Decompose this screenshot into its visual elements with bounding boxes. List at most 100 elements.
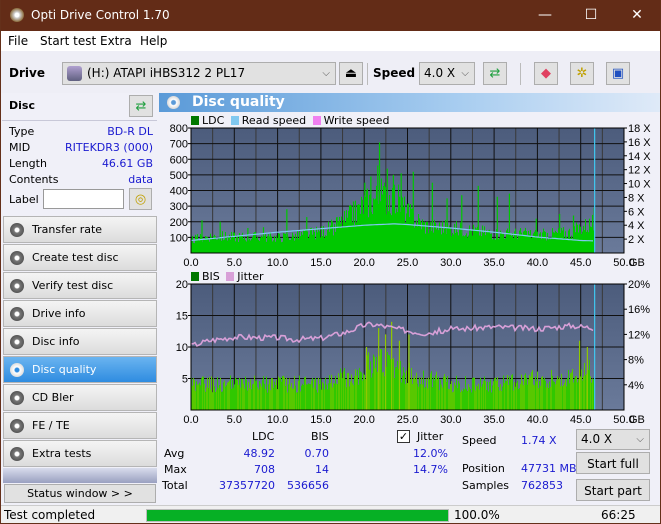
bis-bar [205,391,206,410]
status-window-button[interactable]: Status window > > [4,484,156,503]
y-tick-label-left: 10 [176,342,188,354]
ldc-bar [565,231,566,253]
drive-select[interactable]: (H:) ATAPI iHBS312 2 PL17 ⌵ [62,62,336,85]
app-window: Opti Drive Control 1.70 — ☐ ✕ File Start… [1,0,660,523]
nav-verify-test-disc[interactable]: Verify test disc [3,272,157,299]
nav-disc-quality[interactable]: Disc quality [3,356,157,383]
bis-bar [239,377,240,410]
bis-bar [207,377,208,410]
test-speed-select[interactable]: 4.0 X ⌵ [576,429,650,450]
toolbar-separator [367,63,368,85]
disc-label-input[interactable] [43,189,124,209]
ldc-bar [414,227,415,253]
bis-bar [193,378,194,410]
speed-stat-label: Speed [462,434,497,447]
ldc-bar-spike [446,198,448,253]
bis-bar [321,389,322,410]
bis-bar [235,377,236,410]
menu-help[interactable]: Help [140,34,167,48]
ldc-bar [324,237,325,253]
ldc-bar [417,226,418,253]
bis-bar [216,390,217,410]
bis-bar [359,367,360,410]
speed-select-value: 4.0 X [424,66,456,80]
bis-bar [368,352,369,410]
bis-bar [494,378,495,410]
menu-file[interactable]: File [8,34,28,48]
eject-button[interactable]: ⏏ [339,62,363,85]
position-value: 47731 MB [521,462,577,475]
test-speed-value: 4.0 X [581,432,613,446]
speed-select[interactable]: 4.0 X ⌵ [419,62,475,85]
bis-bar [578,379,579,410]
ldc-bar [319,231,320,253]
ldc-bar [376,185,377,253]
bis-bar [470,388,471,410]
ldc-bar [482,225,483,253]
bis-bar [474,377,475,410]
nav-transfer-rate[interactable]: Transfer rate [3,216,157,243]
ldc-bar [486,230,487,253]
ldc-bar-spike [477,185,479,253]
start-part-button[interactable]: Start part [576,479,650,501]
nav-disc-info[interactable]: Disc info [3,328,157,355]
ldc-bar [349,205,350,253]
bis-bar-spike [586,347,588,410]
bis-bar [404,372,405,410]
save-button[interactable]: ▣ [606,62,630,85]
ldc-bar [343,220,344,253]
ldc-bar [581,234,582,253]
menu-extra[interactable]: Extra [100,34,132,48]
nav-drive-info[interactable]: Drive info [3,300,157,327]
bis-bar [522,380,523,410]
status-bar: Test completed 100.0% 66:25 [1,505,660,523]
ldc-bar [339,216,340,253]
close-button[interactable]: ✕ [614,0,660,31]
x-tick-label: 45.0 [570,414,591,424]
bis-bar [584,362,585,410]
nav-fe-te[interactable]: FE / TE [3,412,157,439]
bis-bar [325,377,326,410]
ldc-bar [538,237,539,253]
bis-bar [264,383,265,410]
ldc-bar [200,233,201,253]
bis-bar [324,389,325,410]
ldc-bar [586,231,587,253]
ldc-bar [402,197,403,253]
bis-bar [473,377,474,410]
bis-bar [389,355,390,410]
disc-label-button[interactable]: ◎ [129,188,152,210]
bis-bar [194,380,195,410]
menu-start-test[interactable]: Start test [40,34,96,48]
nav-cd-bler[interactable]: CD Bler [3,384,157,411]
minimize-button[interactable]: — [522,0,568,31]
nav-create-test-disc[interactable]: Create test disc [3,244,157,271]
y-tick-label-left: 100 [170,232,188,244]
settings-button[interactable]: ✲ [570,62,594,85]
jitter-checkbox[interactable]: ✓ [397,430,410,443]
progress-text: 100.0% [454,508,500,522]
bis-bar [445,377,446,410]
bis-bar [276,379,277,410]
ldc-bar-spike [378,142,381,253]
ldc-bar [217,239,218,253]
bis-bar [251,389,252,410]
bis-bar [479,389,480,410]
maximize-button[interactable]: ☐ [568,0,614,31]
bis-bar [576,376,577,410]
bis-bar [452,392,453,410]
bis-bar [443,376,444,410]
ldc-bar [296,238,297,253]
start-full-button[interactable]: Start full [576,452,650,474]
ldc-bar [399,196,400,253]
refresh-button[interactable]: ⇄ [483,62,507,85]
progress-fill [147,510,448,521]
bis-bar [458,380,459,410]
row-total-label: Total [162,479,188,492]
ldc-bar [264,235,265,253]
erase-button[interactable]: ◆ [534,62,558,85]
disc-refresh-button[interactable]: ⇄ [129,95,153,117]
ldc-bar [204,239,205,253]
nav-extra-tests[interactable]: Extra tests [3,440,157,467]
ldc-bar [434,219,435,253]
